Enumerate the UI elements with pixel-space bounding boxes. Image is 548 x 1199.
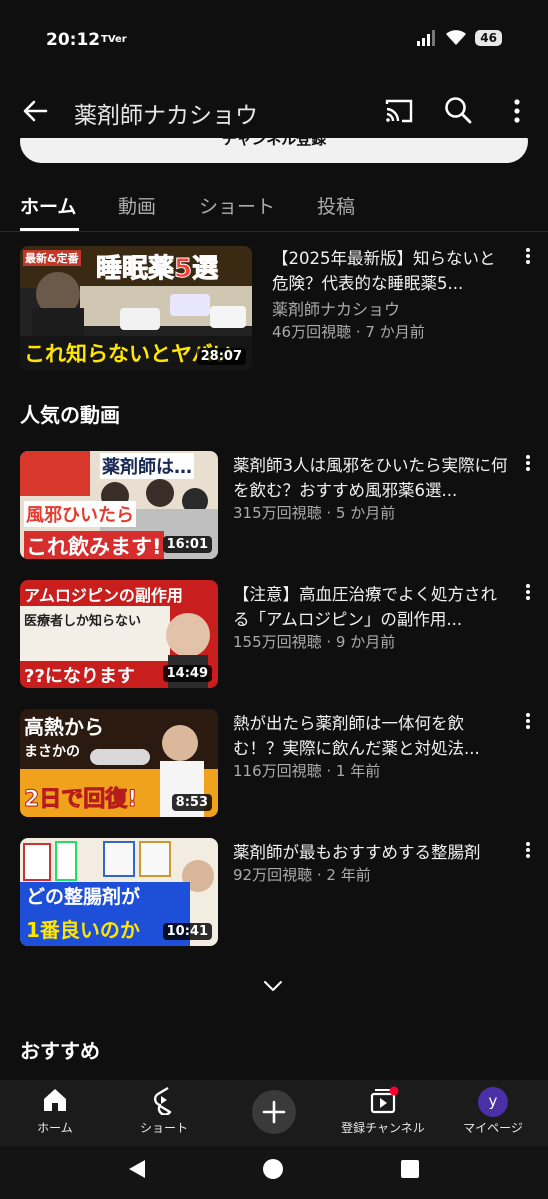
nav-shorts-label: ショート — [139, 1121, 188, 1135]
video-duration: 10:41 — [162, 923, 212, 940]
video-title[interactable]: 【注意】高血圧治療でよく処方される「アムロジピン」の副作用... — [233, 582, 508, 632]
video-duration: 28:07 — [196, 348, 246, 365]
nav-home[interactable]: ホーム — [0, 1080, 110, 1146]
tab-videos[interactable]: 動画 — [118, 192, 156, 219]
video-menu-icon[interactable] — [525, 247, 531, 265]
channel-title: 薬剤師ナカショウ — [74, 103, 258, 129]
active-tab-indicator — [20, 228, 79, 231]
nav-shorts[interactable]: ショート — [109, 1080, 219, 1146]
system-navigation-bar — [0, 1146, 548, 1199]
thumb-top-text: 高熱から — [24, 715, 104, 739]
cast-icon[interactable] — [384, 97, 414, 125]
tab-posts[interactable]: 投稿 — [317, 192, 355, 219]
nav-my-page-label: マイページ — [463, 1121, 523, 1135]
video-menu-icon[interactable] — [525, 583, 531, 601]
video-menu-icon[interactable] — [525, 454, 531, 472]
video-thumbnail[interactable]: どの整腸剤が 1番良いのか 10:41 — [20, 838, 218, 946]
thumb-mid-text: どの整腸剤が — [26, 886, 141, 908]
featured-channel-name: 薬剤師ナカショウ — [272, 300, 401, 319]
video-title[interactable]: 薬剤師3人は風邪をひいたら実際に何を飲む？おすすめ風邪薬6選... — [233, 453, 508, 503]
tab-shorts[interactable]: ショート — [199, 192, 275, 219]
featured-video-meta: 46万回視聴 · 7 か月前 — [272, 323, 425, 341]
thumb-top-text: 薬剤師は… — [100, 453, 194, 479]
video-menu-icon[interactable] — [525, 712, 531, 730]
thumb-mid-text: 風邪ひいたら — [24, 501, 136, 527]
video-thumbnail[interactable]: 高熱から まさかの 2日で回復! 8:53 — [20, 709, 218, 817]
status-icons: 46 — [417, 30, 502, 46]
tver-notification-icon: TVer — [101, 34, 127, 45]
expand-chevron-down-icon[interactable] — [262, 979, 284, 993]
video-duration: 16:01 — [162, 536, 212, 553]
thumb-bottom-text: 1番良いのか — [26, 918, 140, 942]
popular-videos-heading: 人気の動画 — [20, 403, 120, 427]
notification-dot — [389, 1086, 399, 1096]
channel-tabs: ホーム 動画 ショート 投稿 — [0, 180, 548, 232]
video-title[interactable]: 薬剤師が最もおすすめする整腸剤 — [233, 840, 508, 866]
tab-home[interactable]: ホーム — [20, 192, 76, 219]
video-menu-icon[interactable] — [525, 841, 531, 859]
video-thumbnail[interactable]: アムロジピンの副作用 医療者しか知らない ??になります 14:49 — [20, 580, 218, 688]
nav-subscriptions[interactable]: 登録チャンネル — [328, 1080, 438, 1146]
app-bar: 薬剤師ナカショウ — [0, 84, 548, 138]
bottom-navigation: ホーム ショート 登録チャンネル マイページ y — [0, 1080, 548, 1146]
back-triangle-icon[interactable] — [126, 1158, 148, 1180]
thumb-bottom-text: これ飲みます! — [24, 531, 164, 559]
subscriptions-icon — [370, 1086, 399, 1114]
video-meta: 116万回視聴 · 1 年前 — [233, 762, 381, 780]
featured-video-title[interactable]: 【2025年最新版】知らないと危険？代表的な睡眠薬5... — [272, 246, 508, 296]
avatar-icon[interactable]: y — [478, 1087, 508, 1117]
home-circle-icon[interactable] — [262, 1158, 284, 1180]
video-thumbnail[interactable]: 薬剤師は… 風邪ひいたら これ飲みます! 16:01 — [20, 451, 218, 559]
recommended-heading: おすすめ — [20, 1039, 100, 1063]
wifi-icon — [446, 30, 467, 45]
featured-thumb-badge: 最新&定番 — [23, 250, 81, 266]
signal-icon — [417, 30, 436, 46]
nav-subscriptions-label: 登録チャンネル — [341, 1121, 425, 1135]
video-meta: 155万回視聴 · 9 か月前 — [233, 633, 396, 651]
thumb-bottom-text: 2日で回復! — [23, 787, 138, 813]
video-duration: 8:53 — [171, 794, 212, 811]
featured-thumb-main: 睡眠薬5選 — [95, 254, 219, 285]
featured-video-thumbnail[interactable]: 最新&定番 睡眠薬5選 これ知らないとヤバい 28:07 — [20, 246, 252, 371]
status-time: 20:12 — [46, 30, 101, 50]
home-icon — [44, 1089, 66, 1111]
status-bar: 20:12 TVer 46 — [0, 0, 548, 80]
thumb-bottom-text: ??になります — [24, 666, 135, 687]
nav-home-label: ホーム — [37, 1121, 73, 1135]
recents-square-icon[interactable] — [400, 1159, 420, 1179]
thumb-mid-text: 医療者しか知らない — [24, 614, 142, 629]
thumb-top-text: アムロジピンの副作用 — [24, 586, 183, 605]
thumb-mid-text: まさかの — [24, 744, 80, 760]
create-plus-icon — [262, 1100, 286, 1124]
video-meta: 315万回視聴 · 5 か月前 — [233, 504, 396, 522]
video-title[interactable]: 熱が出たら薬剤師は一体何を飲む！？実際に飲んだ薬と対処法... — [233, 711, 508, 761]
battery-indicator: 46 — [475, 30, 502, 46]
create-button[interactable] — [252, 1090, 296, 1134]
search-icon[interactable] — [443, 95, 473, 125]
video-duration: 14:49 — [162, 665, 212, 682]
back-arrow-icon[interactable] — [20, 96, 50, 126]
shorts-icon — [153, 1086, 172, 1115]
more-vert-icon[interactable] — [512, 98, 522, 124]
video-meta: 92万回視聴 · 2 年前 — [233, 866, 371, 884]
